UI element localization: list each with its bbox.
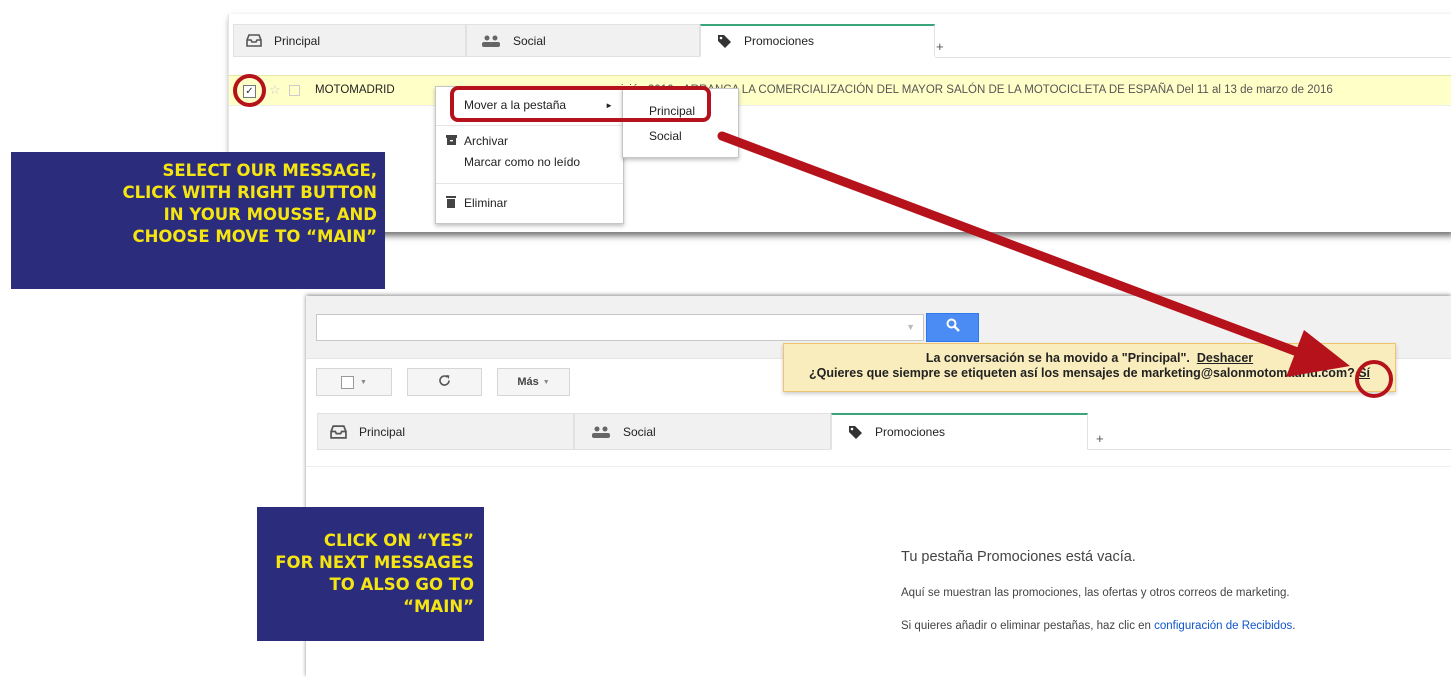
arrow-icon <box>717 131 1350 377</box>
